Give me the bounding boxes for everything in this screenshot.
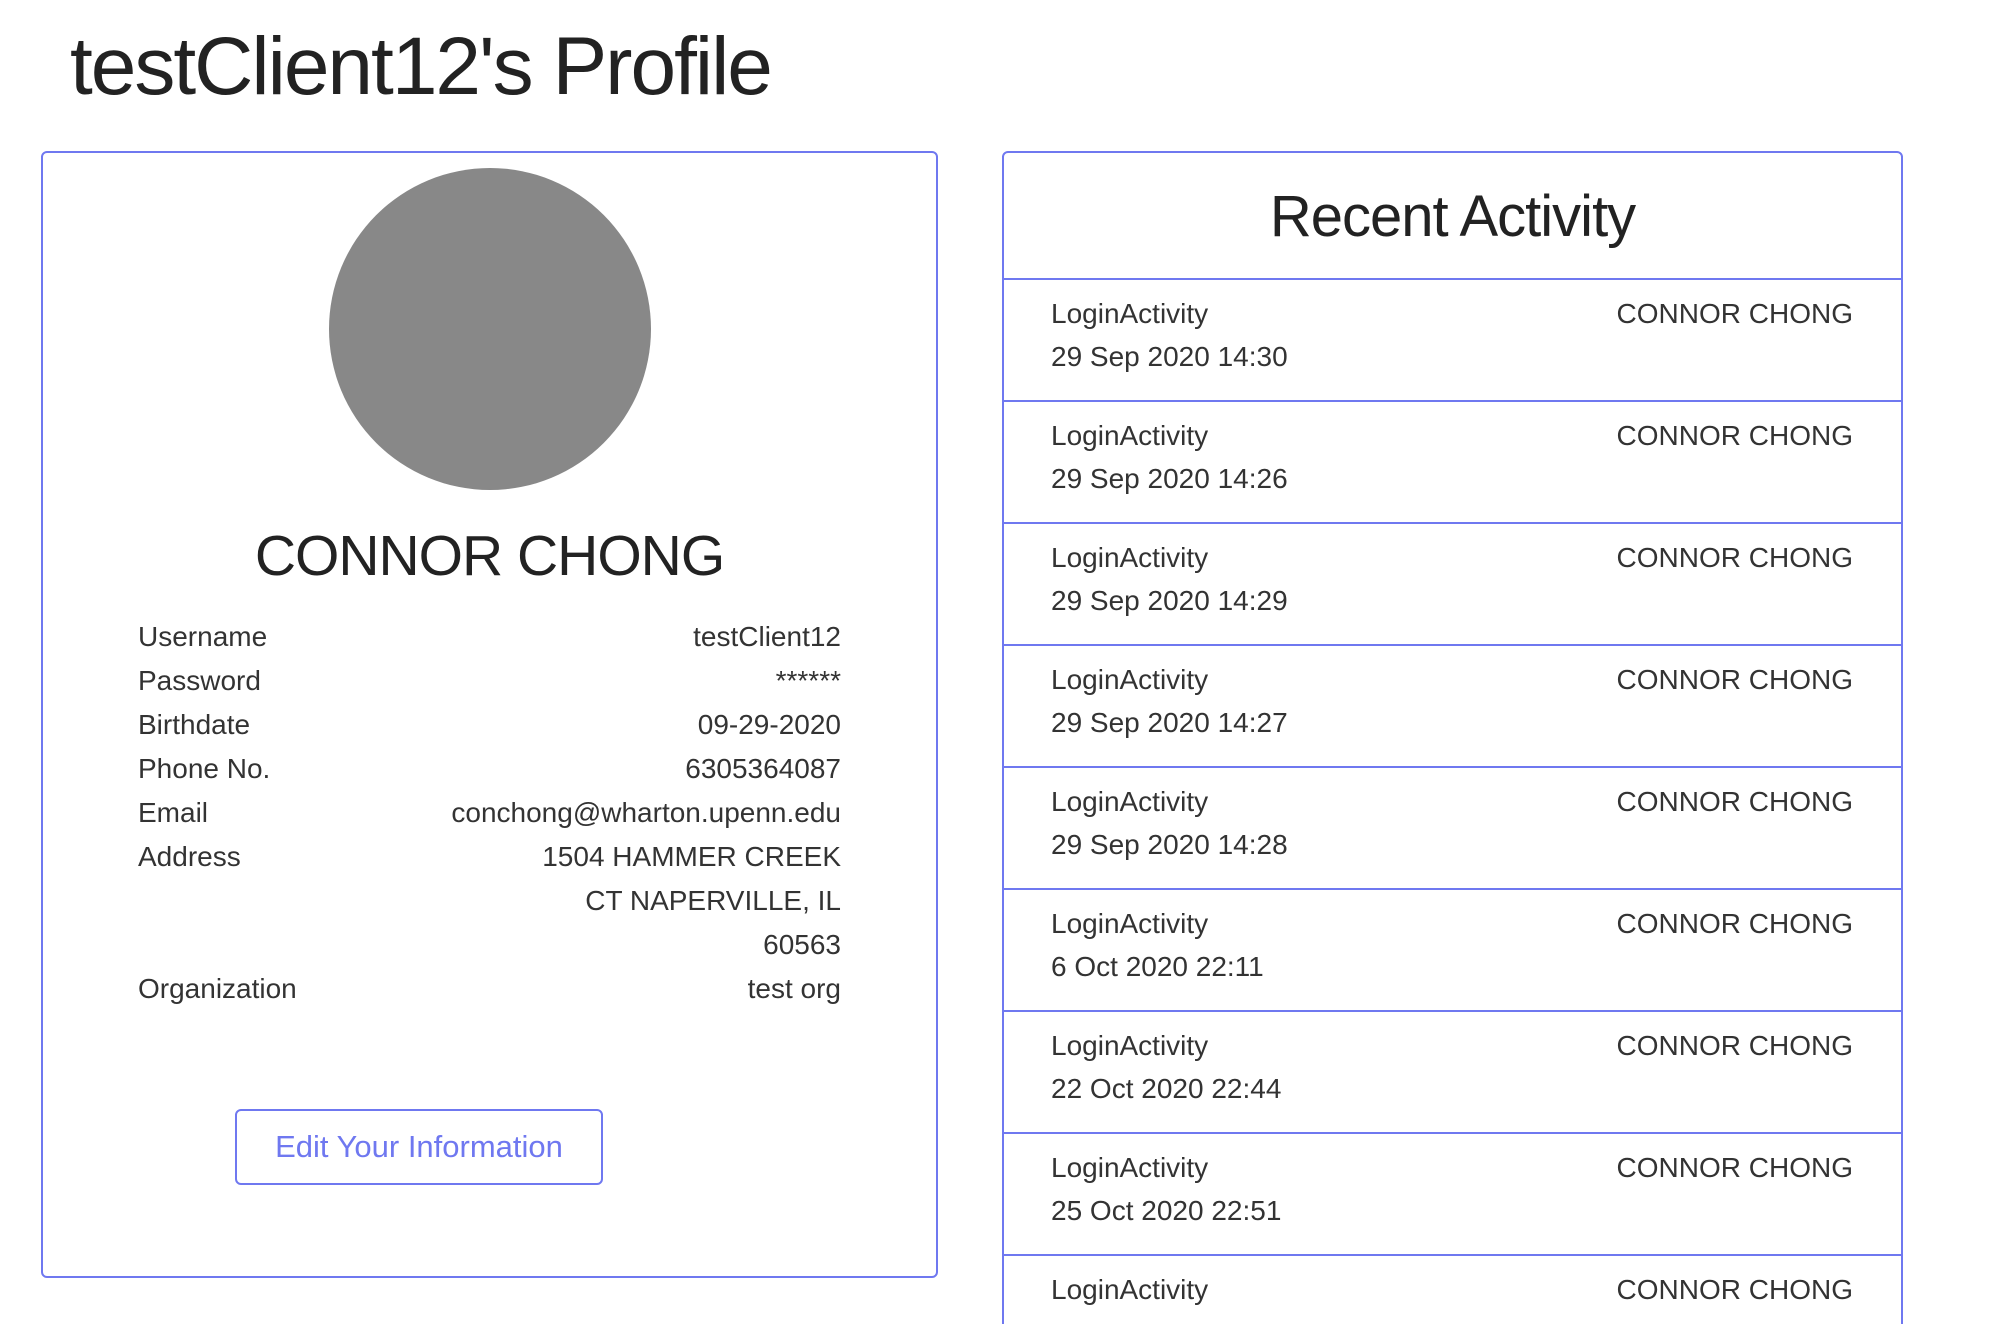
activity-item[interactable]: LoginActivity 29 Sep 2020 14:26 CONNOR C… [1004,402,1901,524]
activity-user: CONNOR CHONG [1616,1030,1853,1061]
activity-type: LoginActivity [1051,1274,1209,1305]
info-row-address: Address 1504 HAMMER CREEK CT NAPERVILLE,… [138,835,841,967]
avatar [329,168,651,490]
activity-type: LoginActivity [1051,786,1209,817]
info-row-username: Username testClient12 [138,615,841,659]
activity-type: LoginActivity [1051,908,1209,939]
activity-type: LoginActivity [1051,1030,1209,1061]
activity-type: LoginActivity [1051,420,1209,451]
profile-info-table: Username testClient12 Password ****** Bi… [138,615,841,1011]
info-row-password: Password ****** [138,659,841,703]
activity-list: LoginActivity 29 Sep 2020 14:30 CONNOR C… [1004,280,1901,1324]
info-value: testClient12 [693,621,841,652]
activity-item[interactable]: LoginActivity 29 Sep 2020 14:29 CONNOR C… [1004,524,1901,646]
info-value: 09-29-2020 [697,709,841,740]
info-label: Username [138,621,268,652]
info-value: test org [747,973,841,1004]
recent-activity-card: Recent Activity LoginActivity 29 Sep 202… [1002,151,1903,1324]
activity-user: CONNOR CHONG [1616,786,1853,817]
info-label: Phone No. [138,753,271,784]
activity-item[interactable]: LoginActivity 6 Oct 2020 22:11 CONNOR CH… [1004,890,1901,1012]
info-row-email: Email conchong@wharton.upenn.edu [138,791,841,835]
activity-time: 29 Sep 2020 14:28 [1051,829,1288,860]
info-value: ****** [775,665,841,696]
activity-type: LoginActivity [1051,298,1209,329]
activity-item[interactable]: LoginActivity 29 Sep 2020 14:30 CONNOR C… [1004,280,1901,402]
profile-card: CONNOR CHONG Username testClient12 Passw… [41,151,938,1278]
activity-type: LoginActivity [1051,664,1209,695]
activity-item[interactable]: LoginActivity 29 Sep 2020 14:27 CONNOR C… [1004,646,1901,768]
activity-item[interactable]: LoginActivity CONNOR CHONG [1004,1256,1901,1324]
activity-time: 22 Oct 2020 22:44 [1051,1073,1282,1104]
info-label: Birthdate [138,709,251,740]
recent-activity-title: Recent Activity [1004,153,1901,280]
activity-time: 29 Sep 2020 14:26 [1051,463,1288,494]
activity-item[interactable]: LoginActivity 29 Sep 2020 14:28 CONNOR C… [1004,768,1901,890]
page-title: testClient12's Profile [70,21,773,112]
info-value: 6305364087 [685,753,841,784]
info-row-organization: Organization test org [138,967,841,1011]
activity-time: 29 Sep 2020 14:27 [1051,707,1288,738]
activity-time: 29 Sep 2020 14:30 [1051,341,1288,372]
profile-page: testClient12's Profile CONNOR CHONG User… [0,0,1994,1324]
activity-time: 6 Oct 2020 22:11 [1051,951,1264,982]
activity-user: CONNOR CHONG [1616,542,1853,573]
info-label: Address [138,841,241,872]
profile-name: CONNOR CHONG [254,524,725,588]
activity-item[interactable]: LoginActivity 25 Oct 2020 22:51 CONNOR C… [1004,1134,1901,1256]
info-value: 1504 HAMMER CREEK CT NAPERVILLE, IL 6056… [542,841,841,960]
activity-user: CONNOR CHONG [1616,1152,1853,1183]
info-row-birthdate: Birthdate 09-29-2020 [138,703,841,747]
activity-time: 29 Sep 2020 14:29 [1051,585,1288,616]
activity-item[interactable]: LoginActivity 22 Oct 2020 22:44 CONNOR C… [1004,1012,1901,1134]
info-value: conchong@wharton.upenn.edu [451,797,841,828]
info-row-phone: Phone No. 6305364087 [138,747,841,791]
info-label: Email [138,797,209,828]
activity-user: CONNOR CHONG [1616,298,1853,329]
info-label: Organization [138,973,297,1004]
activity-user: CONNOR CHONG [1616,908,1853,939]
activity-type: LoginActivity [1051,1152,1209,1183]
activity-type: LoginActivity [1051,542,1209,573]
activity-user: CONNOR CHONG [1616,664,1853,695]
info-label: Password [138,665,261,696]
activity-user: CONNOR CHONG [1616,420,1853,451]
activity-time: 25 Oct 2020 22:51 [1051,1195,1282,1226]
activity-user: CONNOR CHONG [1616,1274,1853,1305]
edit-information-button[interactable]: Edit Your Information [235,1109,603,1185]
